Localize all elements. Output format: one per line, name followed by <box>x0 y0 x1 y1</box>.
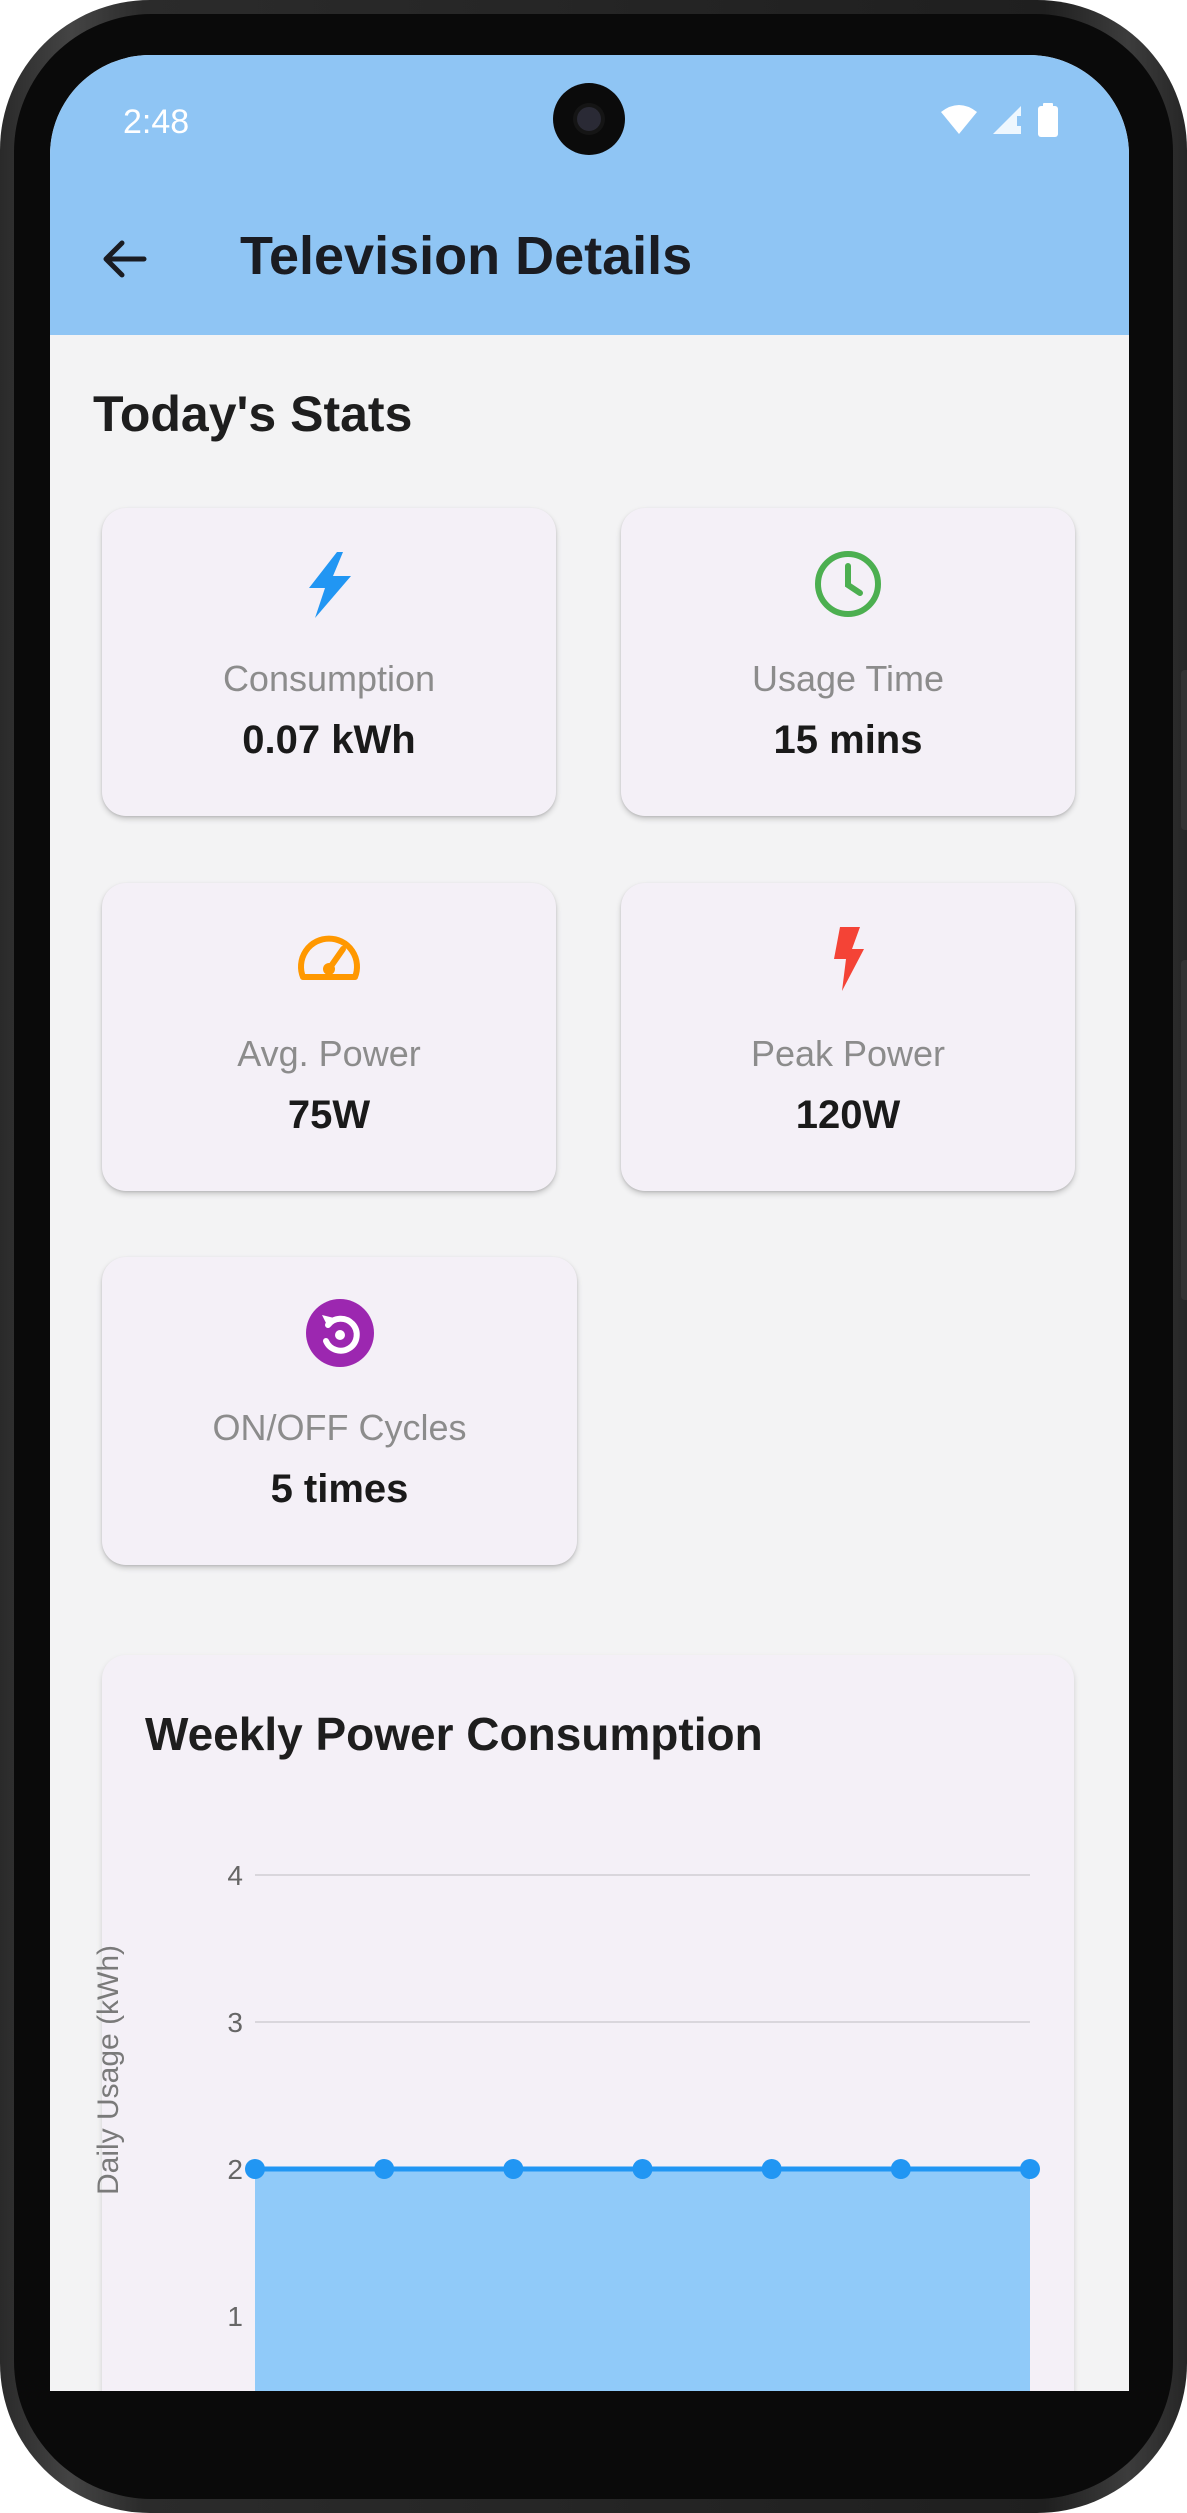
data-point[interactable] <box>245 2159 265 2179</box>
chart-card: Weekly Power Consumption Daily Usage (kW… <box>92 1655 1074 2391</box>
section-title: Today's Stats <box>93 386 413 442</box>
clock-icon <box>815 551 881 617</box>
page-title: Television Details <box>240 226 693 286</box>
stat-value: 15 mins <box>773 718 923 762</box>
data-point[interactable] <box>761 2159 782 2179</box>
stat-value: 0.07 kWh <box>242 718 416 762</box>
data-point[interactable] <box>374 2159 395 2179</box>
stat-card-consumption: Consumption 0.07 kWh <box>102 508 556 816</box>
back-arrow-icon[interactable] <box>98 233 150 285</box>
data-point[interactable] <box>503 2159 524 2179</box>
stat-value: 75W <box>287 1093 371 1137</box>
stat-card-avg-power: Avg. Power 75W <box>102 883 556 1191</box>
series-area <box>255 2169 1030 2391</box>
stat-card-cycles: ON/OFF Cycles 5 times <box>102 1257 577 1565</box>
data-point[interactable] <box>890 2159 911 2179</box>
battery-icon <box>1038 103 1058 137</box>
y-tick-label: 4 <box>227 1860 243 1891</box>
stat-value: 5 times <box>270 1467 409 1511</box>
y-tick-label: 1 <box>227 2301 243 2332</box>
app-bar: 2:48 Television Details <box>50 55 1129 335</box>
bolt-icon <box>309 552 351 618</box>
stat-label: Consumption <box>222 658 436 699</box>
signal-icon <box>993 106 1021 134</box>
restart-icon <box>305 1299 374 1367</box>
stat-card-peak-power: Peak Power 120W <box>621 883 1075 1191</box>
screen: 2:48 Television Details Today's Stats Co… <box>50 55 1129 2391</box>
weekly-consumption-chart: 1 2 3 4 <box>227 1860 1040 2391</box>
wifi-icon <box>941 105 977 134</box>
front-camera <box>553 83 625 155</box>
volume-button <box>1181 670 1187 830</box>
stat-label: Avg. Power <box>237 1033 421 1074</box>
y-tick-label: 3 <box>227 2007 243 2038</box>
phone-frame: 2:48 Television Details Today's Stats Co… <box>0 0 1187 2513</box>
y-tick-label: 2 <box>227 2154 243 2185</box>
stat-label: Usage Time <box>751 658 945 699</box>
speed-icon <box>298 935 360 980</box>
stat-label: Peak Power <box>750 1033 946 1074</box>
status-time: 2:48 <box>123 103 190 141</box>
stat-card-usage-time: Usage Time 15 mins <box>621 508 1075 816</box>
status-icons <box>939 103 1059 137</box>
stat-label: ON/OFF Cycles <box>212 1407 467 1448</box>
power-button <box>1181 960 1187 1300</box>
flash-icon <box>834 927 864 991</box>
stat-value: 120W <box>795 1093 901 1137</box>
data-point[interactable] <box>1020 2159 1040 2179</box>
data-point[interactable] <box>632 2159 653 2179</box>
